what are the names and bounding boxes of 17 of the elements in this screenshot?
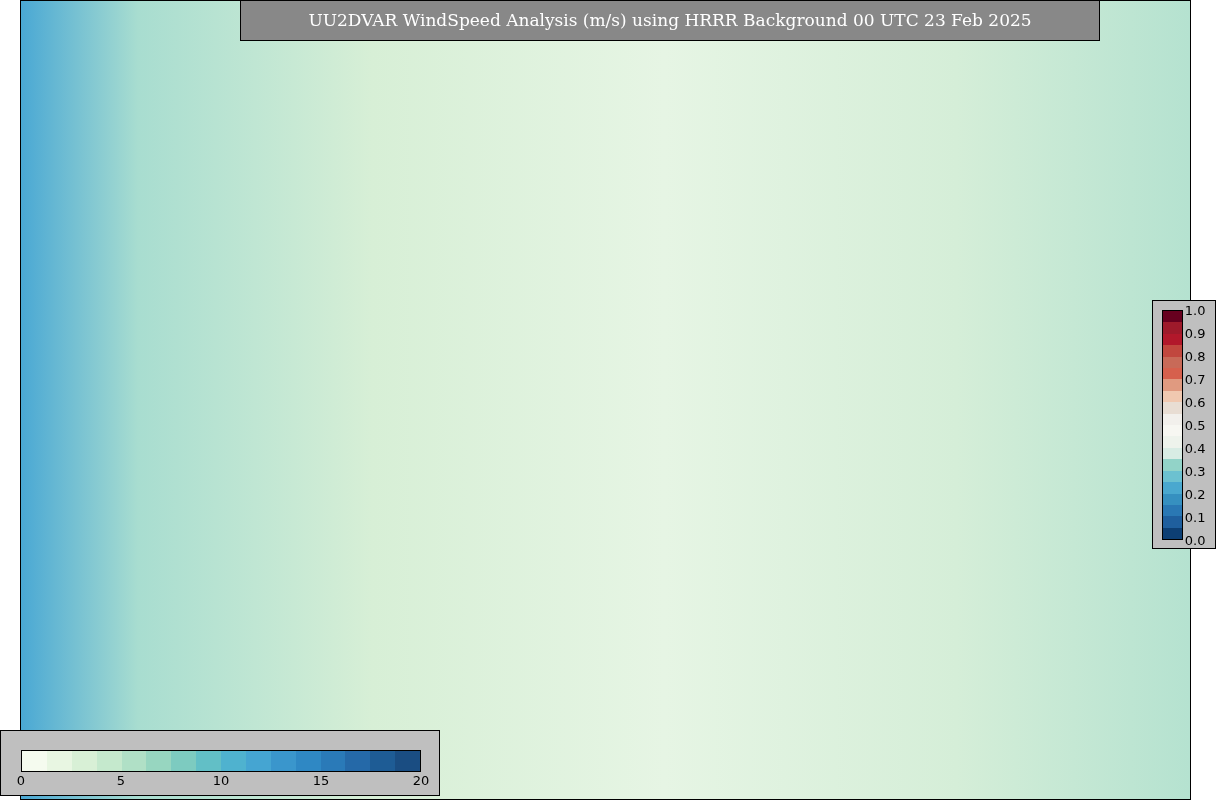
tick-label: 0 <box>16 774 26 787</box>
tick-label: 5 <box>116 774 126 787</box>
tick-label: 10 <box>212 774 230 787</box>
tick-label: 0.7 <box>1184 373 1206 386</box>
tick-label: 0.6 <box>1184 396 1206 409</box>
map-title: UU2DVAR WindSpeed Analysis (m/s) using HRRR Background 00 UTC 23 Feb 2025 <box>308 8 1032 32</box>
tick-label: 1.0 <box>1184 304 1206 317</box>
tick-label: 20 <box>412 774 430 787</box>
tick-label: 0.3 <box>1184 465 1206 478</box>
tick-label: 0.0 <box>1184 534 1206 547</box>
tick-label: 0.8 <box>1184 350 1206 363</box>
tick-label: 0.5 <box>1184 419 1206 432</box>
tick-label: 0.1 <box>1184 511 1206 524</box>
tick-label: 15 <box>312 774 330 787</box>
tick-label: 0.4 <box>1184 442 1206 455</box>
tick-label: 0.9 <box>1184 327 1206 340</box>
tick-label: 0.2 <box>1184 488 1206 501</box>
